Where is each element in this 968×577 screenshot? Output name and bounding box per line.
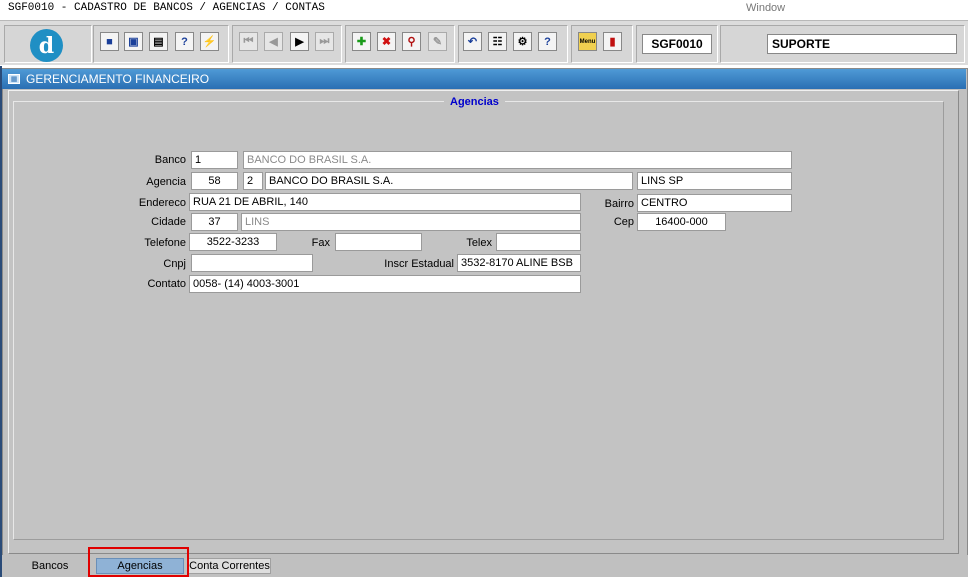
cnpj-field[interactable] xyxy=(191,254,313,272)
logo-group: d xyxy=(4,25,92,63)
menu-icon[interactable]: Menu xyxy=(578,32,597,51)
search-record-icon[interactable]: ⚲ xyxy=(402,32,421,51)
query-icon[interactable]: ? xyxy=(175,32,194,51)
label-banco: Banco xyxy=(154,154,186,166)
label-contato: Contato xyxy=(147,278,186,290)
clipboard-icon[interactable]: ☷ xyxy=(488,32,507,51)
selection-highlight xyxy=(88,547,189,577)
cidade-name-field[interactable]: LINS xyxy=(241,213,581,231)
contato-field[interactable]: 0058- (14) 4003-3001 xyxy=(189,275,581,293)
menu-window[interactable]: Window xyxy=(746,2,785,14)
inscr-estadual-field[interactable]: 3532-8170 ALINE BSB xyxy=(457,254,581,272)
print-icon[interactable]: ▤ xyxy=(149,32,168,51)
label-cep: Cep xyxy=(613,216,634,228)
agencia-location-field[interactable]: LINS SP xyxy=(637,172,792,190)
add-record-icon[interactable]: ✚ xyxy=(352,32,371,51)
label-agencia: Agencia xyxy=(146,176,186,188)
label-telefone: Telefone xyxy=(144,237,186,249)
exit-icon[interactable]: ▮ xyxy=(603,32,622,51)
app-title-bar: SGF0010 - CADASTRO DE BANCOS / AGENCIAS … xyxy=(0,0,968,19)
label-fax: Fax xyxy=(311,237,330,249)
app-title: SGF0010 - CADASTRO DE BANCOS / AGENCIAS … xyxy=(8,2,325,14)
form-code: SGF0010 xyxy=(642,34,712,54)
delete-record-icon[interactable]: ✖ xyxy=(377,32,396,51)
tab-bancos[interactable]: Bancos xyxy=(4,558,96,574)
telefone-field[interactable]: 3522-3233 xyxy=(189,233,277,251)
endereco-field[interactable]: RUA 21 DE ABRIL, 140 xyxy=(189,193,581,211)
label-cnpj: Cnpj xyxy=(163,258,186,270)
window-icon[interactable]: ▣ xyxy=(124,32,143,51)
help-icon[interactable]: ? xyxy=(538,32,557,51)
inner-window-title-bar: ▦ GERENCIAMENTO FINANCEIRO xyxy=(2,69,966,89)
section-title: Agencias xyxy=(444,96,505,108)
cidade-code-field[interactable]: 37 xyxy=(191,213,238,231)
agencia-digit-field[interactable]: 2 xyxy=(243,172,263,190)
edit-record-icon[interactable]: ✎ xyxy=(428,32,447,51)
logo-icon: d xyxy=(30,29,63,62)
fax-field[interactable] xyxy=(335,233,422,251)
tab-conta-correntes[interactable]: Conta Correntes xyxy=(188,558,271,574)
cep-field[interactable]: 16400-000 xyxy=(637,213,726,231)
last-record-icon[interactable]: ⏭ xyxy=(315,32,334,51)
label-telex: Telex xyxy=(466,237,492,249)
previous-record-icon[interactable]: ◀ xyxy=(264,32,283,51)
window-menu-icon[interactable]: ▦ xyxy=(8,74,20,84)
tools-icon[interactable]: ⚙ xyxy=(513,32,532,51)
label-cidade: Cidade xyxy=(151,216,186,228)
banco-name-field[interactable]: BANCO DO BRASIL S.A. xyxy=(243,151,792,169)
execute-icon[interactable]: ⚡ xyxy=(200,32,219,51)
next-record-icon[interactable]: ▶ xyxy=(290,32,309,51)
bairro-field[interactable]: CENTRO xyxy=(637,194,792,212)
label-endereco: Endereco xyxy=(138,197,186,209)
label-bairro: Bairro xyxy=(604,198,634,210)
inner-window-title: GERENCIAMENTO FINANCEIRO xyxy=(26,72,210,86)
save-icon[interactable]: ■ xyxy=(100,32,119,51)
agencia-code-field[interactable]: 58 xyxy=(191,172,238,190)
user-name: SUPORTE xyxy=(767,34,957,54)
label-inscr-estadual: Inscr Estadual xyxy=(384,258,454,270)
toolbar: d ■ ▣ ▤ ? ⚡ ⏮ ◀ ▶ ⏭ ✚ ✖ ⚲ ✎ ↶ ☷ ⚙ ? Menu… xyxy=(0,20,968,65)
first-record-icon[interactable]: ⏮ xyxy=(239,32,258,51)
undo-icon[interactable]: ↶ xyxy=(463,32,482,51)
telex-field[interactable] xyxy=(496,233,581,251)
banco-code-field[interactable]: 1 xyxy=(191,151,238,169)
agencia-name-field[interactable]: BANCO DO BRASIL S.A. xyxy=(265,172,633,190)
